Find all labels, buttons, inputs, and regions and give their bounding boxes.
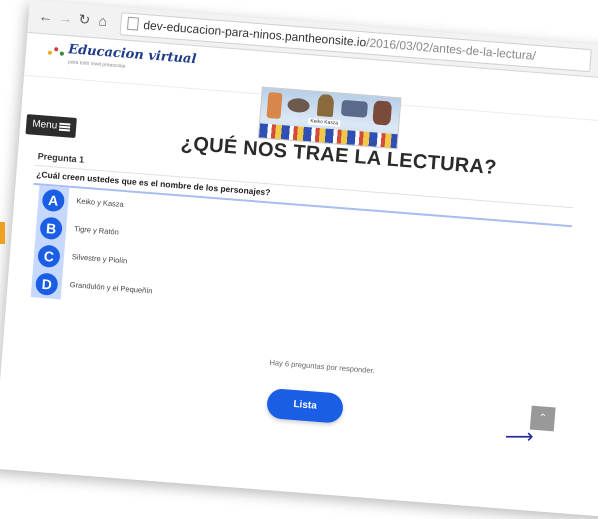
page-icon: [126, 16, 139, 31]
logo-icon: [47, 45, 66, 60]
url-path: /2016/03/02/antes-de-la-lectura/: [365, 35, 537, 63]
side-tab[interactable]: [0, 222, 5, 244]
menu-label: Menu: [31, 118, 58, 132]
banner-caption: Keiko Kasza: [308, 118, 341, 127]
answer-letter-b[interactable]: B: [39, 216, 63, 241]
answer-letter-a[interactable]: A: [41, 188, 66, 213]
hamburger-icon: [58, 122, 71, 132]
submit-button[interactable]: Lista: [265, 387, 345, 424]
answer-text-b[interactable]: Tigre y Ratón: [74, 224, 119, 236]
arrow-icon: ⟶: [505, 426, 534, 448]
scroll-to-top-button[interactable]: ⌃: [529, 405, 556, 432]
answer-text-c[interactable]: Silvestre y Piolín: [72, 252, 128, 265]
answer-list: A Keiko y Kasza B Tigre y Ratón C Silves…: [30, 185, 209, 310]
answer-text-a[interactable]: Keiko y Kasza: [76, 196, 124, 209]
question-number: Pregunta 1: [37, 151, 85, 165]
home-icon[interactable]: ⌂: [98, 12, 108, 29]
remaining-questions-text: Hay 6 preguntas por responder.: [269, 357, 376, 376]
back-icon[interactable]: ←: [38, 8, 53, 25]
answer-text-d[interactable]: Grandulón y el Pequeñín: [69, 280, 152, 295]
answer-letter-c[interactable]: C: [37, 244, 61, 269]
answer-letter-d[interactable]: D: [34, 272, 59, 297]
reload-icon[interactable]: ↻: [78, 11, 91, 29]
menu-button[interactable]: Menu: [25, 114, 77, 138]
forward-icon[interactable]: →: [58, 9, 73, 26]
